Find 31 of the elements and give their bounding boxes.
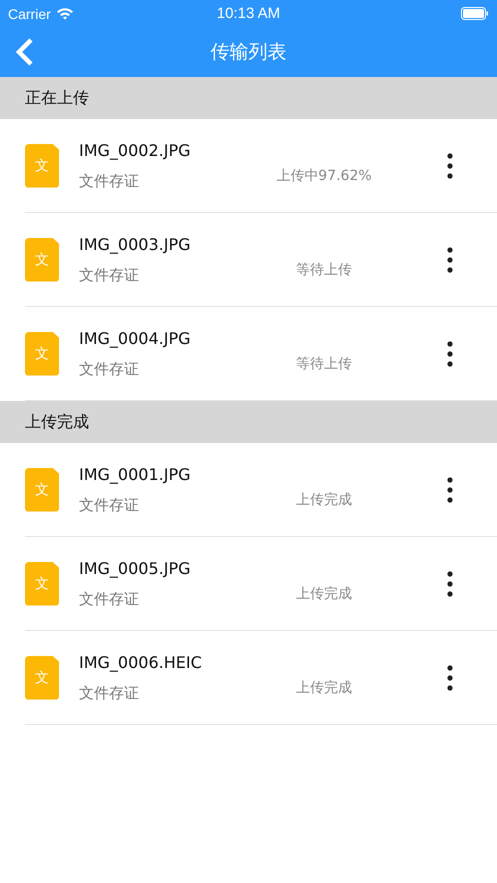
section-header: 正在上传 [25,88,89,108]
wifi-icon [56,7,74,20]
upload-status: 上传中97.62% [275,166,373,184]
upload-status: 上传完成 [295,584,353,602]
file-type: 文件存证 [79,172,140,190]
file-icon: 文 [25,656,59,700]
battery-icon [461,7,489,20]
upload-status: 等待上传 [295,260,353,278]
file-type: 文件存证 [79,590,140,608]
file-type: 文件存证 [79,684,140,702]
file-type: 文件存证 [79,360,140,378]
file-type: 文件存证 [79,266,140,284]
file-name: IMG_0006.HEIC [79,652,203,672]
clock-time: 10:13 AM [216,5,280,22]
upload-status: 上传完成 [295,490,353,508]
file-icon: 文 [25,562,59,606]
file-name: IMG_0002.JPG [79,140,192,160]
file-name: IMG_0003.JPG [79,234,192,254]
page-title: 传输列表 [210,41,286,63]
upload-status: 上传完成 [295,678,353,696]
carrier-label: Carrier [8,6,51,22]
file-icon: 文 [25,468,59,512]
section-header: 上传完成 [25,412,89,432]
file-icon: 文 [25,238,59,282]
upload-status: 等待上传 [295,354,353,372]
file-name: IMG_0005.JPG [79,558,192,578]
file-name: IMG_0001.JPG [79,464,192,484]
file-icon: 文 [25,332,59,376]
file-icon: 文 [25,144,59,188]
file-type: 文件存证 [79,496,140,514]
file-name: IMG_0004.JPG [79,328,192,348]
